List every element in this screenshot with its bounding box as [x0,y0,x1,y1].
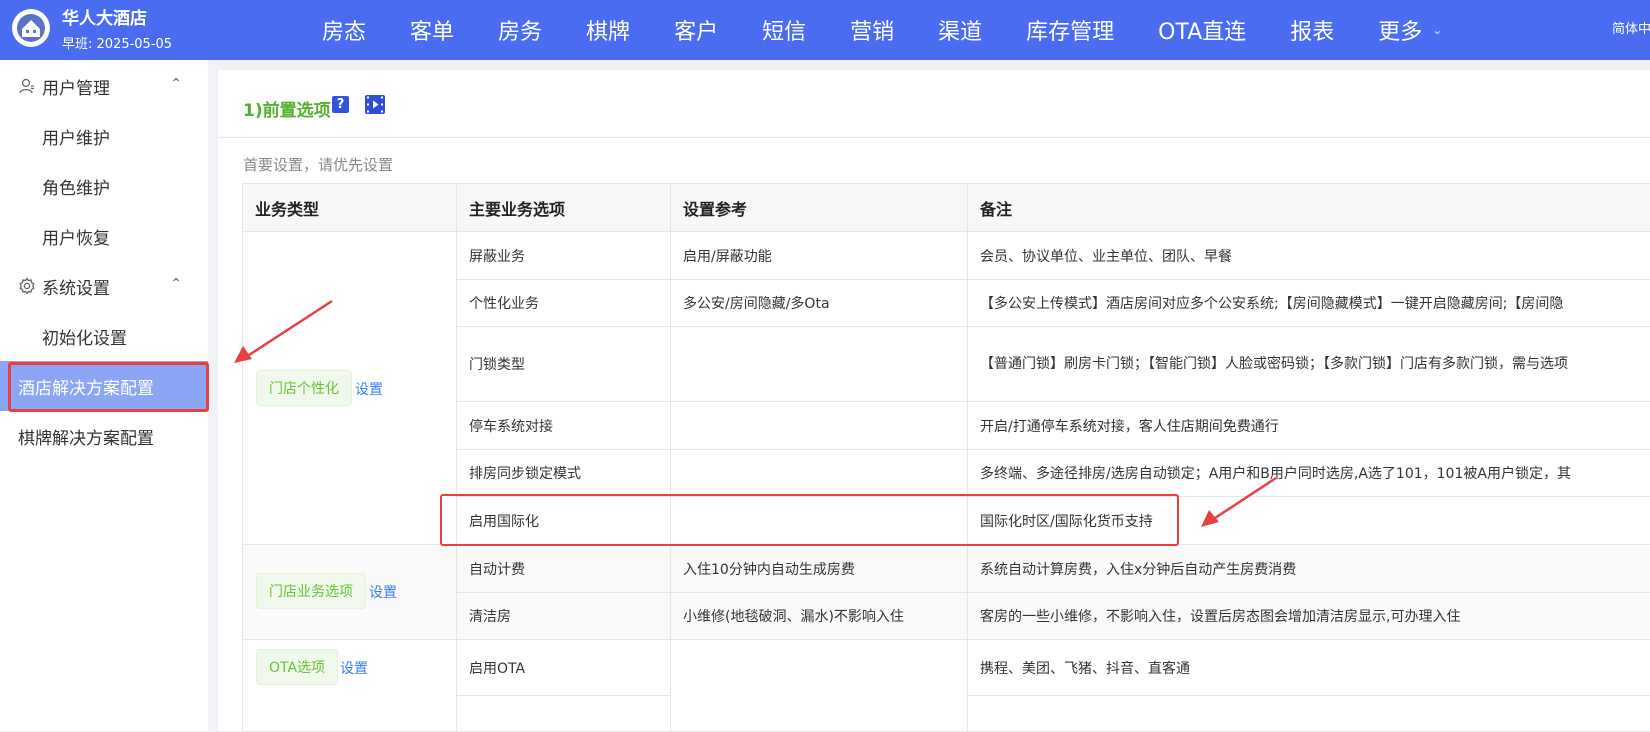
sidebar-item-user-maintenance[interactable]: 用户维护 [0,111,208,161]
table-cell-option: 停车系统对接 [457,402,671,450]
table-cell-note: 会员、协议单位、业主单位、团队、早餐 [968,232,1650,280]
nav-sms[interactable]: 短信 [740,0,828,60]
table-cell-option: 自动计费 [457,545,671,593]
top-bar: 华人大酒店 早班: 2025-05-05 房态 客单 房务 棋牌 客户 短信 营… [0,0,1650,60]
settings-link[interactable]: 设置 [340,658,368,678]
panel-header: 1)前置选项 ? [218,70,1650,138]
table-cell-option: 排房同步锁定模式 [457,450,671,497]
table-cell-reference [671,450,968,497]
sidebar-item-user-restore[interactable]: 用户恢复 [0,211,208,261]
table-cell-reference: 小维修(地毯破洞、漏水)不影响入住 [671,593,968,640]
table-cell-reference [671,327,968,402]
table-header-cell: 设置参考 [671,184,968,232]
table-cell-option: 屏蔽业务 [457,232,671,280]
nav-more-label: 更多 [1378,20,1423,45]
hotel-name: 华人大酒店 [62,9,147,29]
nav-channels[interactable]: 渠道 [916,0,1004,60]
table-cell-note: 【普通门锁】刷房卡门锁；【智能门锁】人脸或密码锁；【多款门锁】门店有多款门锁，需… [968,327,1650,402]
table-cell-reference [671,640,968,732]
group-tag: 门店业务选项 [256,573,366,609]
table-header-cell: 业务类型 [243,184,457,232]
main-nav: 房态 客单 房务 棋牌 客户 短信 营销 渠道 库存管理 OTA直连 报表 更多… [300,0,1464,60]
chevron-up-icon: ⌃ [170,76,182,92]
table-cell-option: 启用国际化 [457,497,671,545]
settings-link[interactable]: 设置 [369,582,397,602]
chevron-down-icon: ⌄ [1432,23,1443,37]
shift-date: 早班: 2025-05-05 [62,37,173,52]
nav-marketing[interactable]: 营销 [828,0,916,60]
chevron-up-icon: ⌃ [170,276,182,292]
table-cell-reference: 多公安/房间隐藏/多Ota [671,280,968,327]
nav-ota[interactable]: OTA直连 [1136,0,1268,60]
table-cell-reference [671,497,968,545]
table-cell-note: 多终端、多途径排房/选房自动锁定；A用户和B用户同时选房,A选了101，101被… [968,450,1650,497]
table-cell-empty [968,696,1650,732]
nav-chess[interactable]: 棋牌 [564,0,652,60]
table-cell-note: 开启/打通停车系统对接，客人住店期间免费通行 [968,402,1650,450]
settings-link[interactable]: 设置 [355,379,383,399]
sidebar-item-init-settings[interactable]: 初始化设置 [0,311,208,361]
table-header-cell: 备注 [968,184,1650,232]
user-icon [18,76,38,96]
settings-table: 业务类型 主要业务选项 设置参考 备注 门店个性化 设置 屏蔽业务 启用/屏蔽功… [242,183,1650,732]
sidebar-group-label: 系统设置 [42,278,110,299]
sidebar-item-chess-solution[interactable]: 棋牌解决方案配置 [0,411,208,461]
language-switch[interactable]: 简体中 [1612,18,1650,37]
table-cell-option: 个性化业务 [457,280,671,327]
nav-inventory[interactable]: 库存管理 [1004,0,1136,60]
panel-title: 1)前置选项 [243,101,331,121]
table-cell-note: 系统自动计算房费，入住x分钟后自动产生房费消费 [968,545,1650,593]
table-cell-reference: 入住10分钟内自动生成房费 [671,545,968,593]
table-cell-note: 客房的一些小维修，不影响入住，设置后房态图会增加清洁房显示,可办理入住 [968,593,1650,640]
table-cell-note: 国际化时区/国际化货币支持 [968,497,1650,545]
sidebar-group-user-management[interactable]: 用户管理 ⌃ [0,61,208,111]
panel-subtitle: 首要设置，请优先设置 [243,156,394,174]
nav-reports[interactable]: 报表 [1268,0,1356,60]
nav-room-status[interactable]: 房态 [300,0,388,60]
group-tag: 门店个性化 [256,370,352,406]
group-tag: OTA选项 [256,649,339,685]
main-panel: 1)前置选项 ? 首要设置，请优先设置 业务类型 主要业务选项 设置参考 备注 … [218,70,1650,732]
table-cell-note: 【多公安上传模式】酒店房间对应多个公安系统;【房间隐藏模式】一键开启隐藏房间;【… [968,280,1650,327]
nav-customers[interactable]: 客户 [652,0,740,60]
table-header-cell: 主要业务选项 [457,184,671,232]
sidebar: 用户管理 ⌃ 用户维护 角色维护 用户恢复 系统设置 ⌃ 初始化设置 酒店解决方… [0,60,208,731]
table-cell-option: 启用OTA [457,640,671,696]
sidebar-item-hotel-solution[interactable]: 酒店解决方案配置 [0,361,208,411]
hotel-logo-icon [12,9,50,47]
table-cell-reference: 启用/屏蔽功能 [671,232,968,280]
sidebar-item-role-maintenance[interactable]: 角色维护 [0,161,208,211]
table-cell-empty [457,696,671,732]
nav-more[interactable]: 更多 ⌄ [1356,0,1464,60]
nav-housekeeping[interactable]: 房务 [476,0,564,60]
sidebar-group-label: 用户管理 [42,78,110,99]
table-cell-option: 门锁类型 [457,327,671,402]
help-icon[interactable]: ? [332,96,349,113]
sidebar-group-system-settings[interactable]: 系统设置 ⌃ [0,261,208,311]
nav-orders[interactable]: 客单 [388,0,476,60]
table-cell-reference [671,402,968,450]
table-cell-option: 清洁房 [457,593,671,640]
table-cell-note: 携程、美团、飞猪、抖音、直客通 [968,640,1650,696]
gear-icon [18,276,38,296]
video-icon[interactable] [365,95,385,114]
